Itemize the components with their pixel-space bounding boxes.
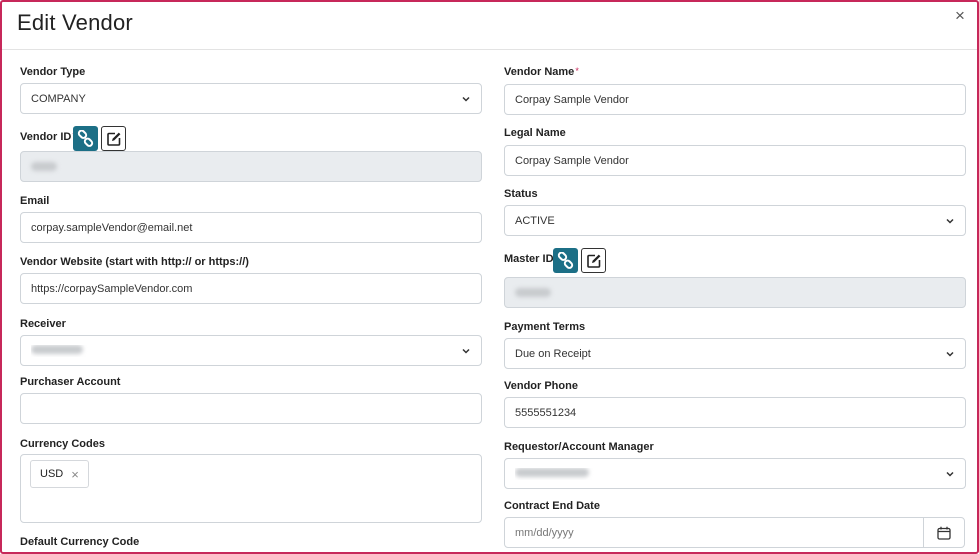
- payment-terms-label: Payment Terms: [504, 321, 586, 333]
- master-id-label: Master ID: [504, 253, 554, 265]
- vendor-id-link-button[interactable]: [73, 126, 98, 151]
- calendar-button[interactable]: [923, 517, 965, 548]
- status-value: ACTIVE: [515, 214, 555, 227]
- calendar-icon: [937, 526, 951, 540]
- website-value: https://corpaySampleVendor.com: [31, 282, 193, 295]
- email-input[interactable]: corpay.sampleVendor@email.net: [20, 212, 482, 243]
- vendor-id-edit-button[interactable]: [101, 126, 126, 151]
- receiver-select[interactable]: [20, 335, 482, 366]
- master-id-link-button[interactable]: [553, 248, 578, 273]
- vendor-id-label-text: Vendor ID: [20, 131, 72, 143]
- vendor-phone-value: 5555551234: [515, 406, 577, 419]
- currency-codes-multiselect[interactable]: USD ×: [20, 454, 482, 523]
- vendor-phone-label: Vendor Phone: [504, 380, 578, 392]
- payment-terms-select[interactable]: Due on Receipt: [504, 338, 966, 369]
- close-icon[interactable]: ×: [952, 7, 968, 24]
- requestor-label: Requestor/Account Manager: [504, 441, 654, 453]
- email-value: corpay.sampleVendor@email.net: [31, 221, 193, 234]
- remove-tag-icon[interactable]: ×: [71, 467, 79, 482]
- email-label: Email: [20, 195, 50, 207]
- edit-vendor-modal: Edit Vendor × Vendor Type COMPANY Vendor…: [0, 0, 979, 554]
- receiver-label: Receiver: [20, 318, 66, 330]
- purchaser-account-label: Purchaser Account: [20, 376, 121, 388]
- requestor-select[interactable]: [504, 458, 966, 489]
- purchaser-account-input[interactable]: [20, 393, 482, 424]
- status-label: Status: [504, 188, 538, 200]
- requestor-value: [515, 467, 939, 480]
- edit-icon: [106, 132, 120, 146]
- chevron-down-icon: [946, 218, 954, 224]
- chevron-down-icon: [946, 351, 954, 357]
- vendor-name-value: Corpay Sample Vendor: [515, 93, 629, 106]
- master-id-edit-button[interactable]: [581, 248, 606, 273]
- modal-header: Edit Vendor ×: [2, 2, 977, 50]
- vendor-name-label-text: Vendor Name: [504, 66, 575, 78]
- status-select[interactable]: ACTIVE: [504, 205, 966, 236]
- redacted-text: [515, 288, 551, 297]
- default-currency-label: Default Currency Code: [20, 536, 140, 548]
- vendor-name-input[interactable]: Corpay Sample Vendor: [504, 84, 966, 115]
- website-label: Vendor Website (start with http:// or ht…: [20, 256, 249, 268]
- master-id-input: [504, 277, 966, 308]
- contract-end-date-label: Contract End Date: [504, 500, 600, 512]
- currency-codes-label: Currency Codes: [20, 438, 105, 450]
- vendor-type-select[interactable]: COMPANY: [20, 83, 482, 114]
- link-icon: [77, 130, 94, 147]
- edit-icon: [586, 254, 600, 268]
- redacted-text: [31, 162, 57, 171]
- required-marker: *: [575, 66, 579, 76]
- modal-title: Edit Vendor: [17, 10, 133, 35]
- legal-name-value: Corpay Sample Vendor: [515, 154, 629, 167]
- legal-name-label: Legal Name: [504, 127, 566, 139]
- vendor-phone-input[interactable]: 5555551234: [504, 397, 966, 428]
- vendor-type-label: Vendor Type: [20, 66, 86, 78]
- contract-end-date-placeholder: mm/dd/yyyy: [515, 526, 574, 539]
- payment-terms-value: Due on Receipt: [515, 347, 591, 360]
- vendor-type-value: COMPANY: [31, 92, 86, 105]
- website-input[interactable]: https://corpaySampleVendor.com: [20, 273, 482, 304]
- chevron-down-icon: [946, 471, 954, 477]
- legal-name-input[interactable]: Corpay Sample Vendor: [504, 145, 966, 176]
- redacted-text: [515, 467, 589, 477]
- vendor-id-input: [20, 151, 482, 182]
- currency-tag-usd: USD ×: [30, 460, 89, 488]
- contract-end-date-input[interactable]: mm/dd/yyyy: [504, 517, 924, 548]
- chevron-down-icon: [462, 96, 470, 102]
- vendor-name-label: Vendor Name*: [504, 66, 579, 78]
- redacted-text: [31, 344, 83, 354]
- currency-tag-label: USD: [40, 468, 64, 480]
- vendor-id-label: Vendor ID*: [20, 131, 76, 143]
- chevron-down-icon: [462, 348, 470, 354]
- link-icon: [557, 252, 574, 269]
- receiver-value: [31, 344, 455, 357]
